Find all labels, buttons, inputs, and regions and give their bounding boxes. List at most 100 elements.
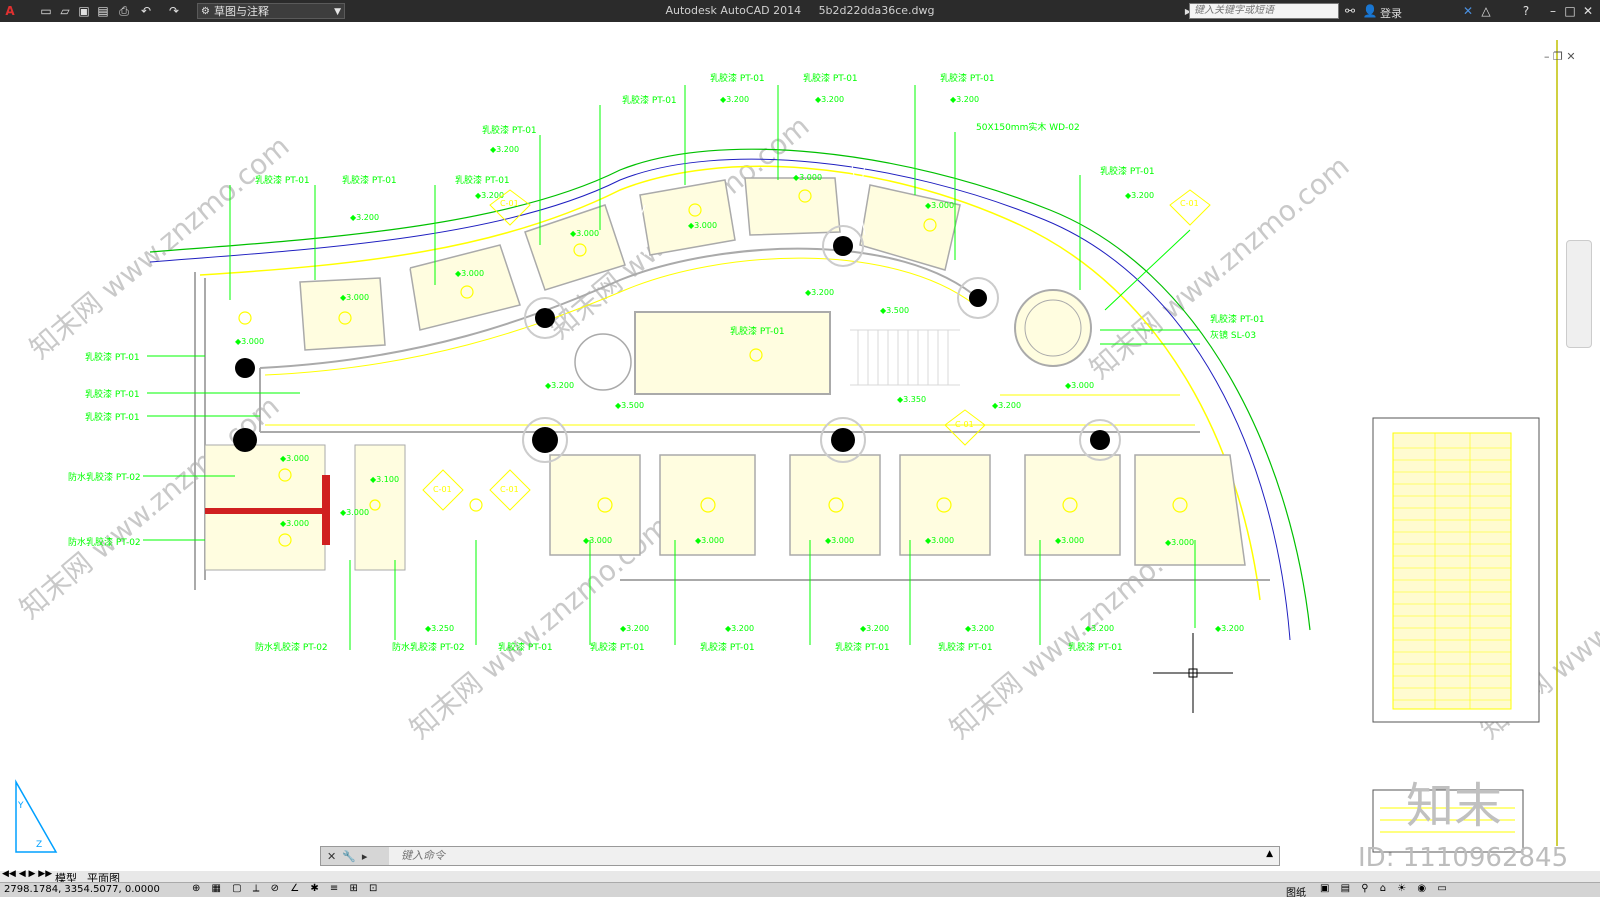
elevation-mark: ◆3.200 [950, 95, 979, 104]
wood-label: 50X150mm实木 WD-02 [976, 121, 1080, 133]
autocad-logo-icon[interactable]: A [2, 3, 18, 19]
new-icon[interactable]: ▭ [38, 3, 54, 19]
material-label: 乳胶漆 PT-01 [710, 72, 765, 84]
elevation-mark: ◆3.200 [992, 401, 1021, 410]
command-line: ✕ 🔧 ▸ ▲ [320, 846, 1280, 866]
elevation-mark: ◆3.000 [280, 519, 309, 528]
close-icon[interactable]: ✕ [1566, 50, 1575, 63]
material-label: 乳胶漆 PT-01 [85, 411, 140, 423]
material-label: 乳胶漆 PT-01 [590, 641, 645, 653]
chevron-up-icon[interactable]: ▲ [1266, 849, 1273, 859]
material-label: 乳胶漆 PT-01 [455, 174, 510, 186]
title-bar: A ▭ ▱ ▣ ▤ ⎙ ↶ ↷ ⚙ 草图与注释 ▼ Autodesk AutoC… [0, 0, 1600, 22]
elevation-mark: ◆3.000 [583, 536, 612, 545]
minimize-icon[interactable]: – [1544, 50, 1550, 63]
close-icon[interactable]: ✕ [327, 850, 336, 863]
maximize-icon[interactable]: □ [1562, 3, 1578, 19]
material-label: 乳胶漆 PT-01 [255, 174, 310, 186]
elevation-mark: ◆3.000 [925, 536, 954, 545]
section-mark: C-01 [433, 485, 452, 494]
help-icon[interactable]: ? [1518, 3, 1534, 19]
app-name: Autodesk AutoCAD 2014 [665, 4, 802, 17]
paper-space-button[interactable]: 图纸 [1286, 884, 1306, 899]
elevation-mark: ◆3.100 [370, 475, 399, 484]
floor-plan-drawing: 知末网 www.znzmo.com 知末网 www.znzmo.com 知末网 … [13, 40, 1600, 870]
waterproof-label: 防水乳胶漆 PT-02 [68, 471, 141, 483]
saveas-icon[interactable]: ▤ [95, 3, 111, 19]
elevation-mark: ◆3.200 [805, 288, 834, 297]
section-mark: C-01 [955, 420, 974, 429]
elevation-mark: ◆3.000 [1165, 538, 1194, 547]
navigation-bar[interactable] [1566, 240, 1592, 348]
elevation-mark: ◆3.000 [235, 337, 264, 346]
command-input[interactable] [393, 847, 1253, 865]
waterproof-label: 防水乳胶漆 PT-02 [68, 536, 141, 548]
material-label: 乳胶漆 PT-01 [700, 641, 755, 653]
svg-text:Z: Z [36, 840, 42, 850]
elevation-mark: ◆3.200 [350, 213, 379, 222]
elevation-mark: ◆3.350 [897, 395, 926, 404]
exchange-icon[interactable]: ✕ [1460, 3, 1476, 19]
prompt-icon[interactable]: ▸ [362, 850, 368, 863]
section-mark: C-01 [500, 199, 519, 208]
waterproof-label: 防水乳胶漆 PT-02 [255, 641, 328, 653]
watermark-text: 知末网 www.znzmo.com [23, 129, 295, 365]
gear-icon: ⚙ [201, 6, 210, 17]
minimize-icon[interactable]: – [1545, 3, 1561, 19]
status-tools[interactable]: ▣ ▤ ⚲ ⌂ ☀ ◉ ▭ [1320, 883, 1451, 894]
drawing-canvas[interactable]: 知末网 www.znzmo.com 知末网 www.znzmo.com 知末网 … [0, 22, 1600, 870]
elevation-mark: ◆3.000 [570, 229, 599, 238]
material-label: 乳胶漆 PT-01 [482, 124, 537, 136]
material-label: 乳胶漆 PT-01 [1210, 313, 1265, 325]
command-buttons: ✕ 🔧 ▸ [321, 847, 389, 865]
elevation-mark: ◆3.000 [825, 536, 854, 545]
elevation-mark: ◆3.200 [725, 624, 754, 633]
chevron-down-icon: ▼ [334, 7, 341, 17]
binoculars-icon[interactable]: ⚯ [1342, 3, 1358, 19]
elevation-mark: ◆3.000 [695, 536, 724, 545]
layout-tabs: ◀◀ ◀ ▶ ▶▶ 模型 平面图 [0, 869, 1600, 885]
material-label: 乳胶漆 PT-01 [938, 641, 993, 653]
elevation-mark: ◆3.200 [545, 381, 574, 390]
redo-icon[interactable]: ↷ [166, 3, 182, 19]
section-mark: C-01 [1180, 199, 1199, 208]
user-icon[interactable]: 👤 [1362, 3, 1378, 19]
elevation-mark: ◆3.200 [490, 145, 519, 154]
elevation-mark: ◆3.000 [340, 293, 369, 302]
material-label: 乳胶漆 PT-01 [940, 72, 995, 84]
search-input[interactable] [1189, 3, 1339, 19]
login-link[interactable]: 登录 [1380, 5, 1402, 21]
material-label: 乳胶漆 PT-01 [85, 351, 140, 363]
restore-icon[interactable]: ❐ [1553, 50, 1563, 63]
elevation-mark: ◆3.200 [1215, 624, 1244, 633]
elevation-mark: ◆3.200 [1125, 191, 1154, 200]
save-icon[interactable]: ▣ [76, 3, 92, 19]
section-mark: C-01 [500, 485, 519, 494]
workspace-label: 草图与注释 [214, 5, 269, 18]
coordinates-readout: 2798.1784, 3354.5077, 0.0000 [4, 884, 160, 895]
material-label: 乳胶漆 PT-01 [1068, 641, 1123, 653]
viewport-controls: – ❐ ✕ [1544, 50, 1576, 63]
workspace-dropdown[interactable]: ⚙ 草图与注释 ▼ [197, 3, 345, 19]
elevation-mark: ◆3.200 [860, 624, 889, 633]
a360-icon[interactable]: △ [1478, 3, 1494, 19]
undo-icon[interactable]: ↶ [138, 3, 154, 19]
material-label: 乳胶漆 PT-01 [622, 94, 677, 106]
close-icon[interactable]: ✕ [1580, 3, 1596, 19]
elevation-mark: ◆3.000 [1065, 381, 1094, 390]
wrench-icon[interactable]: 🔧 [342, 850, 356, 863]
material-label: 乳胶漆 PT-01 [835, 641, 890, 653]
open-icon[interactable]: ▱ [57, 3, 73, 19]
material-label: 乳胶漆 PT-01 [730, 325, 785, 337]
elevation-mark: ◆3.000 [455, 269, 484, 278]
elevation-mark: ◆3.000 [793, 173, 822, 182]
id-watermark: ID: 1110962845 [1358, 843, 1568, 870]
tab-nav-icon[interactable]: ◀◀ ◀ ▶ ▶▶ [2, 869, 52, 879]
waterproof-label: 防水乳胶漆 PT-02 [392, 641, 465, 653]
status-bar: 2798.1784, 3354.5077, 0.0000 ⊕ ▦ ▢ ⟂ ⊘ ∠… [0, 882, 1600, 899]
elevation-mark: ◆3.000 [925, 201, 954, 210]
elevation-mark: ◆3.200 [720, 95, 749, 104]
drafting-toggles[interactable]: ⊕ ▦ ▢ ⟂ ⊘ ∠ ✱ ≡ ⊞ ⊡ [192, 883, 381, 894]
print-icon[interactable]: ⎙ [116, 3, 132, 19]
material-label: 乳胶漆 PT-01 [342, 174, 397, 186]
